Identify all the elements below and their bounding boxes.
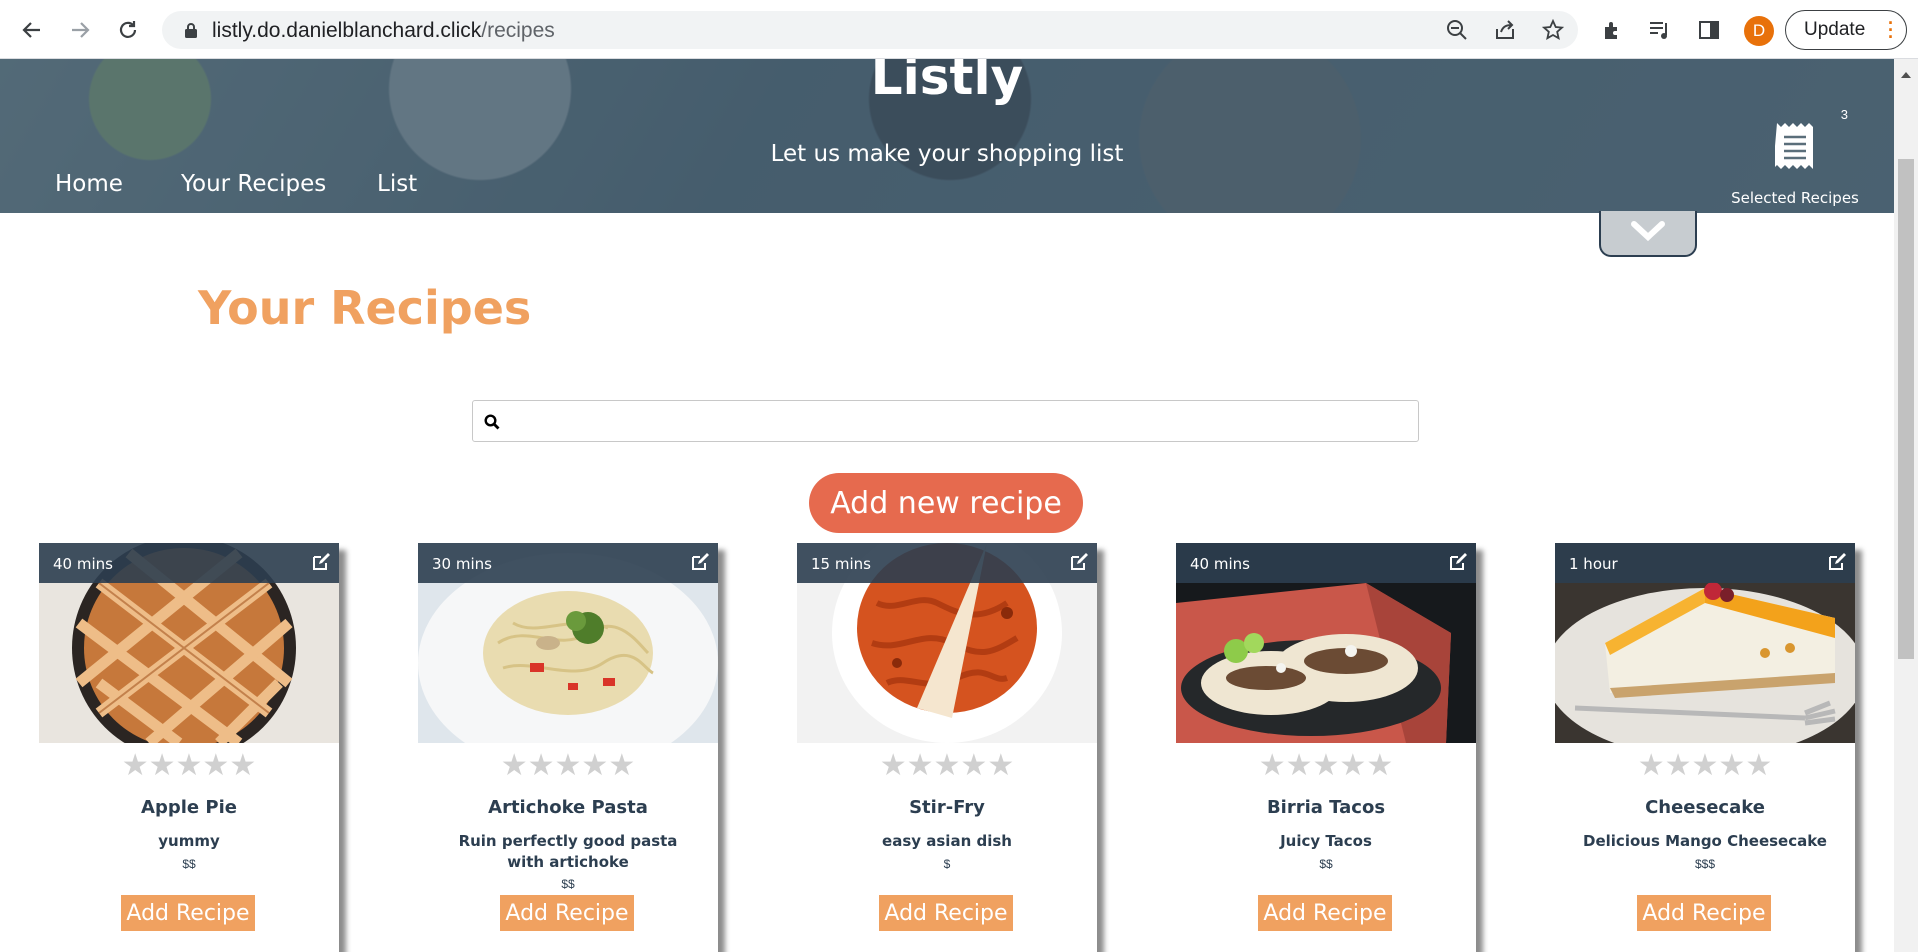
search-box xyxy=(472,400,1419,442)
card-header: 40 mins xyxy=(39,543,339,583)
rating-stars[interactable]: ★★★★★ xyxy=(797,748,1097,783)
recipe-description: Delicious Mango Cheesecake xyxy=(1583,832,1827,850)
search-icon xyxy=(484,414,500,435)
cook-time: 40 mins xyxy=(1190,555,1250,573)
card-header: 30 mins xyxy=(418,543,718,583)
rating-stars[interactable]: ★★★★★ xyxy=(418,748,718,783)
card-header: 1 hour xyxy=(1555,543,1855,583)
nav-home[interactable]: Home xyxy=(55,171,123,197)
receipt-icon xyxy=(1773,121,1815,178)
recipe-card: 1 hour ★★★★★ Cheesecake Delicious Mango … xyxy=(1555,543,1855,952)
media-icon[interactable] xyxy=(1647,17,1673,43)
recipe-card: 30 mins ★★★★★ Artichoke Pasta Ruin perfe… xyxy=(418,543,718,952)
selected-recipes-label: Selected Recipes xyxy=(1731,189,1859,207)
page-scrollbar[interactable] xyxy=(1894,59,1918,952)
rating-stars[interactable]: ★★★★★ xyxy=(1176,748,1476,783)
add-recipe-button[interactable]: Add Recipe xyxy=(1637,895,1771,931)
star-icon[interactable] xyxy=(1541,18,1565,42)
recipe-description: yummy xyxy=(158,832,220,850)
recipe-card: 15 mins ★★★★★ Stir-Fry easy asian dish $… xyxy=(797,543,1097,952)
recipe-price: $$ xyxy=(182,857,196,871)
hero-banner: Listly Let us make your shopping list Ho… xyxy=(0,59,1894,213)
edit-icon[interactable] xyxy=(311,552,331,577)
url-text: listly.do.danielblanchard.click/recipes xyxy=(212,19,555,42)
recipe-description: Ruin perfectly good pasta with artichoke xyxy=(458,832,678,871)
cook-time: 30 mins xyxy=(432,555,492,573)
chevron-down-icon xyxy=(1628,219,1668,248)
recipe-price: $$ xyxy=(1319,857,1333,871)
recipe-price: $ xyxy=(943,857,951,871)
card-header: 40 mins xyxy=(1176,543,1476,583)
nav-your-recipes[interactable]: Your Recipes xyxy=(181,171,326,197)
expand-selected-tab[interactable] xyxy=(1599,211,1697,257)
site-title: Listly xyxy=(870,59,1024,106)
side-panel-icon[interactable] xyxy=(1696,17,1722,43)
edit-icon[interactable] xyxy=(690,552,710,577)
browser-toolbar: listly.do.danielblanchard.click/recipes … xyxy=(0,0,1918,59)
rating-stars[interactable]: ★★★★★ xyxy=(39,748,339,783)
page-viewport: Listly Let us make your shopping list Ho… xyxy=(0,59,1894,952)
add-recipe-button[interactable]: Add Recipe xyxy=(1258,895,1392,931)
page-title: Your Recipes xyxy=(198,281,532,335)
card-header: 15 mins xyxy=(797,543,1097,583)
cook-time: 1 hour xyxy=(1569,555,1618,573)
recipe-description: easy asian dish xyxy=(882,832,1012,850)
edit-icon[interactable] xyxy=(1448,552,1468,577)
cook-time: 40 mins xyxy=(53,555,113,573)
back-icon[interactable] xyxy=(16,14,48,46)
recipe-name: Artichoke Pasta xyxy=(488,797,648,818)
address-bar[interactable]: listly.do.danielblanchard.click/recipes xyxy=(162,11,1578,49)
add-recipe-button[interactable]: Add Recipe xyxy=(879,895,1013,931)
add-recipe-button[interactable]: Add Recipe xyxy=(500,895,634,931)
update-button[interactable]: Update · · · xyxy=(1785,10,1907,50)
cook-time: 15 mins xyxy=(811,555,871,573)
extensions-icon[interactable] xyxy=(1599,17,1625,43)
selected-recipes-button[interactable]: 3 Selected Recipes xyxy=(1730,107,1860,211)
forward-icon[interactable] xyxy=(64,14,96,46)
recipe-name: Apple Pie xyxy=(141,797,237,818)
recipe-card: 40 mins ★★★★★ Birria Tacos Juicy Tacos $… xyxy=(1176,543,1476,952)
add-new-recipe-button[interactable]: Add new recipe xyxy=(809,473,1083,533)
rating-stars[interactable]: ★★★★★ xyxy=(1555,748,1855,783)
update-label: Update xyxy=(1804,19,1866,40)
scroll-up-arrow-icon[interactable] xyxy=(1901,66,1911,84)
reload-icon[interactable] xyxy=(112,14,144,46)
recipe-card: 40 mins ★★★★★ Apple Pie yummy $$ Add Rec… xyxy=(39,543,339,952)
zoom-icon[interactable] xyxy=(1445,18,1469,42)
menu-dots-icon: · · · xyxy=(1888,13,1894,47)
share-icon[interactable] xyxy=(1493,18,1517,42)
edit-icon[interactable] xyxy=(1827,552,1847,577)
recipe-price: $$ xyxy=(561,877,575,891)
recipe-price: $$$ xyxy=(1694,857,1716,871)
tagline: Let us make your shopping list xyxy=(770,141,1124,167)
recipe-name: Birria Tacos xyxy=(1266,797,1386,818)
selected-count: 3 xyxy=(1840,107,1848,122)
recipe-name: Cheesecake xyxy=(1645,797,1765,818)
nav-list[interactable]: List xyxy=(377,171,417,197)
recipe-description: Juicy Tacos xyxy=(1280,832,1372,850)
lock-icon[interactable] xyxy=(184,22,198,43)
search-input[interactable] xyxy=(511,407,1406,435)
add-recipe-button[interactable]: Add Recipe xyxy=(121,895,255,931)
edit-icon[interactable] xyxy=(1069,552,1089,577)
scrollbar-thumb[interactable] xyxy=(1898,159,1914,659)
profile-avatar[interactable]: D xyxy=(1744,16,1774,46)
recipe-name: Stir-Fry xyxy=(909,797,985,818)
